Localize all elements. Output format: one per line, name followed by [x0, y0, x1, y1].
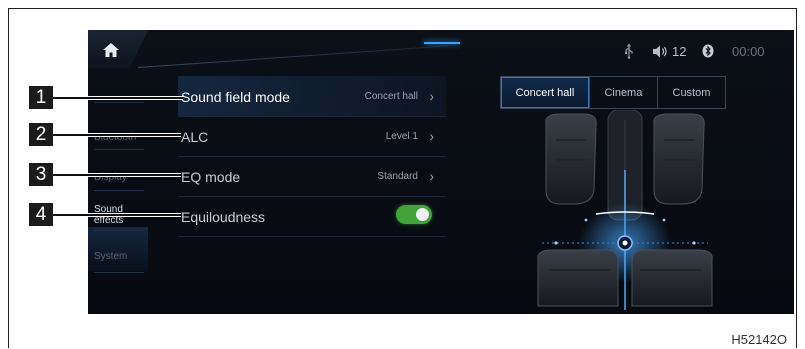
bluetooth-icon	[702, 44, 714, 58]
callout-line-2	[53, 134, 181, 136]
callout-1: 1	[29, 86, 53, 109]
home-icon	[103, 43, 119, 57]
chevron-right-icon: ›	[429, 168, 434, 184]
alc-row[interactable]: ALC Level 1 ›	[178, 116, 446, 157]
eq-mode-row[interactable]: EQ mode Standard ›	[178, 156, 446, 197]
sidebar-divider	[94, 272, 144, 273]
sidebar-active-highlight	[88, 227, 148, 271]
tab-cinema[interactable]: Cinema	[590, 77, 658, 108]
sidebar-item-label: System	[94, 251, 128, 262]
tab-concert-hall[interactable]: Concert hall	[501, 77, 590, 108]
row-value: Concert hall	[364, 91, 418, 102]
cabin-seat-visualization[interactable]	[526, 110, 724, 310]
volume-level: 12	[672, 44, 687, 59]
row-label: ALC	[181, 129, 209, 145]
top-bar-divider	[138, 45, 448, 68]
clock: 00:00	[732, 44, 765, 59]
sidebar-divider	[94, 149, 144, 150]
callout-3: 3	[29, 163, 53, 186]
equiloudness-toggle[interactable]	[396, 205, 432, 224]
page-indicator	[424, 42, 460, 44]
sidebar-divider	[94, 230, 144, 231]
row-label: EQ mode	[181, 169, 241, 185]
callout-4: 4	[29, 203, 53, 226]
row-label: Sound field mode	[181, 89, 290, 105]
row-label: Equiloudness	[181, 209, 266, 225]
sidebar-divider	[94, 102, 144, 103]
sidebar-item-system[interactable]: System	[94, 251, 148, 262]
sound-field-mode-row[interactable]: Sound field mode Concert hall ›	[178, 76, 446, 117]
settings-sidebar: Bluetooth Display Sound effects System	[88, 82, 148, 282]
callout-line-4	[53, 214, 181, 216]
callout-line-1	[53, 97, 183, 99]
chevron-right-icon: ›	[429, 88, 434, 104]
sound-field-tabs: Concert hall Cinema Custom	[500, 76, 726, 109]
row-value: Standard	[377, 171, 418, 182]
callout-2: 2	[29, 123, 53, 146]
toggle-knob	[416, 208, 429, 221]
volume-icon	[653, 45, 667, 58]
sidebar-divider	[94, 190, 144, 191]
callout-line-3	[53, 174, 181, 176]
home-button[interactable]	[88, 30, 148, 68]
row-value: Level 1	[385, 131, 418, 142]
tab-custom[interactable]: Custom	[658, 77, 725, 108]
equiloudness-row: Equiloudness	[178, 196, 446, 237]
infotainment-screen: 12 00:00 Bluetooth Display Sound effects…	[88, 30, 794, 314]
chevron-right-icon: ›	[429, 128, 434, 144]
reference-code: H52142O	[731, 332, 787, 347]
usb-icon	[625, 44, 633, 59]
